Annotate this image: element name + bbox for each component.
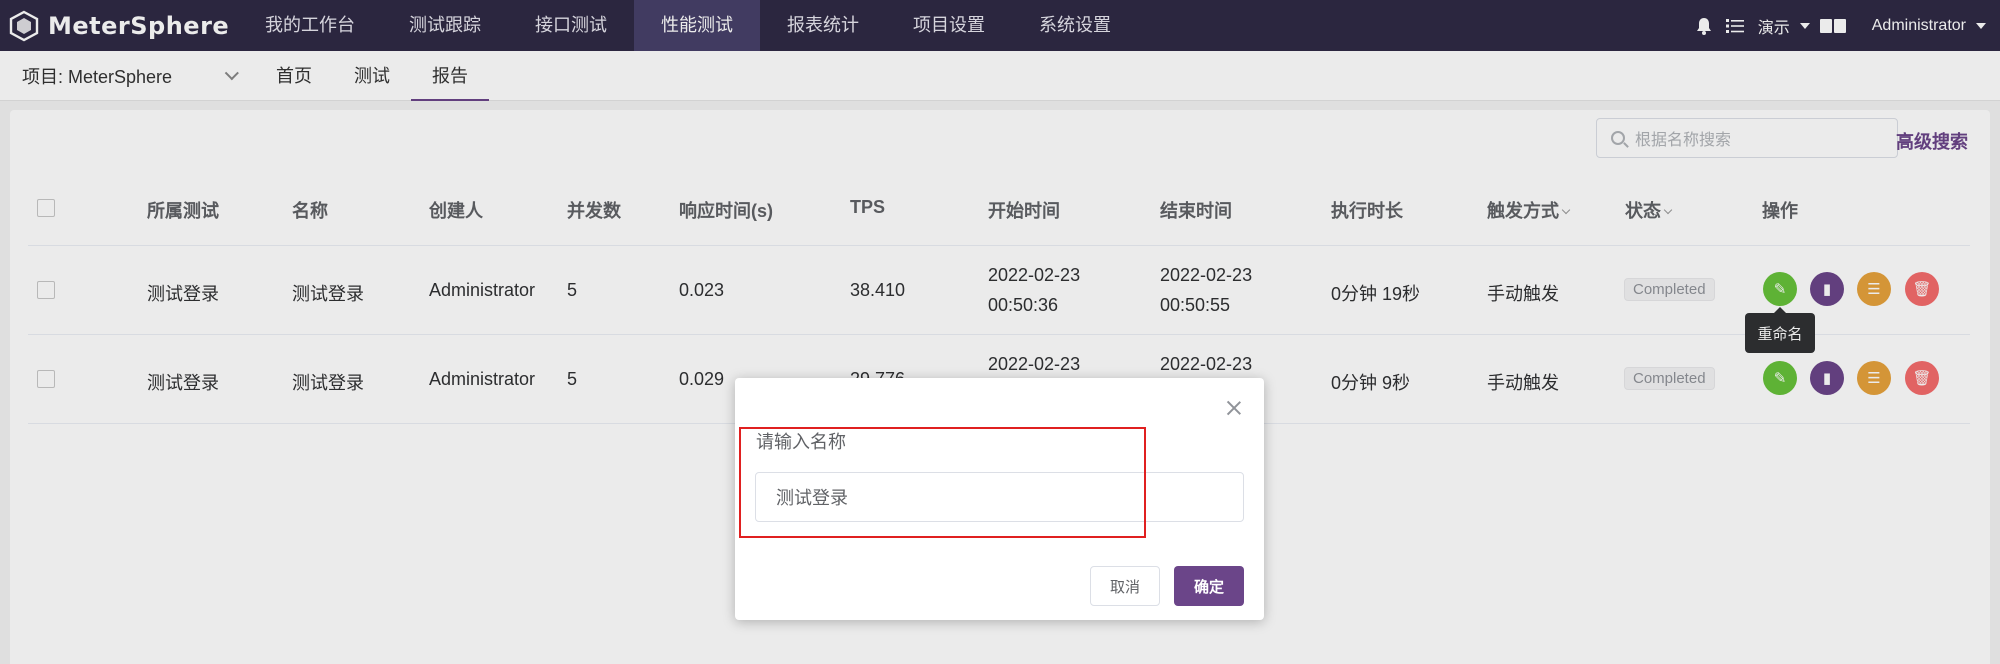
close-icon[interactable]	[1226, 400, 1242, 416]
confirm-button[interactable]: 确定	[1174, 566, 1244, 606]
highlight-box	[739, 427, 1146, 538]
cancel-button[interactable]: 取消	[1090, 566, 1160, 606]
